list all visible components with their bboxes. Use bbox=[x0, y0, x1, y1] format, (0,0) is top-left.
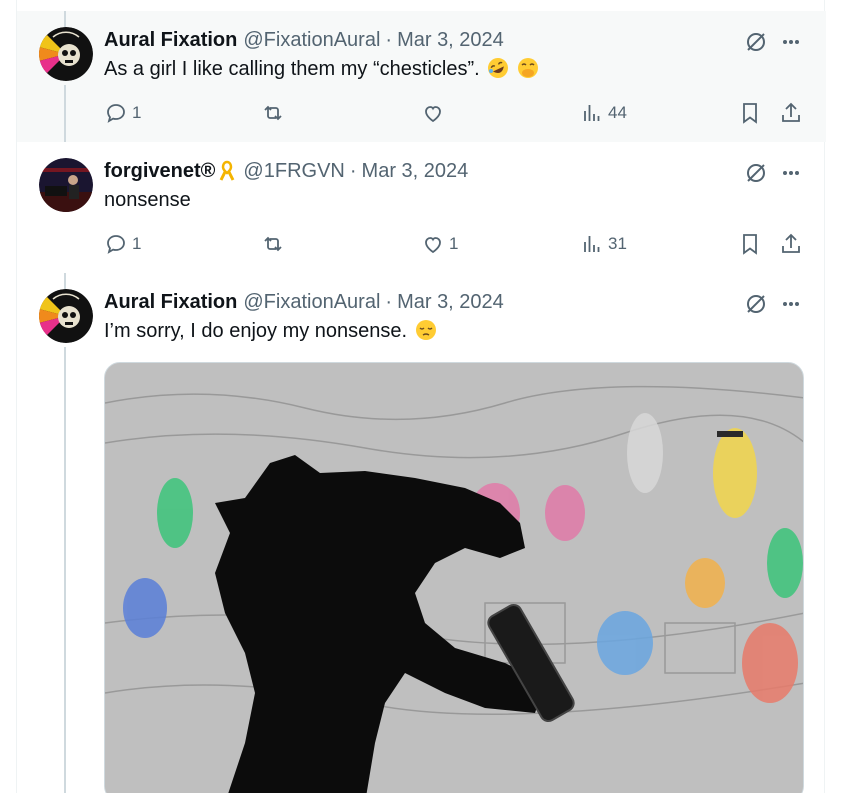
share-button[interactable] bbox=[779, 99, 803, 127]
avatar[interactable] bbox=[39, 289, 93, 343]
reply-icon bbox=[107, 104, 125, 123]
views-button[interactable]: 44 bbox=[580, 99, 627, 127]
forgivenet-avatar-image bbox=[39, 158, 93, 212]
tweet[interactable]: Aural Fixation @FixationAural · Mar 3, 2… bbox=[17, 11, 826, 142]
author-handle[interactable]: @FixationAural bbox=[243, 29, 380, 51]
reply-button[interactable]: 1 bbox=[104, 230, 141, 258]
rolling-on-floor-laughing-emoji bbox=[488, 58, 509, 78]
author-handle[interactable]: @FixationAural bbox=[243, 291, 380, 313]
like-count: 1 bbox=[449, 234, 459, 253]
author-name[interactable]: Aural Fixation bbox=[104, 291, 237, 313]
like-button[interactable] bbox=[421, 99, 449, 127]
author-name[interactable]: Aural Fixation bbox=[104, 29, 237, 51]
tweet-text: I’m sorry, I do enjoy my nonsense. bbox=[104, 319, 437, 343]
tweet-header: Aural Fixation @FixationAural · Mar 3, 2… bbox=[104, 29, 736, 51]
share-button[interactable] bbox=[779, 230, 803, 258]
face-with-hand-over-mouth-emoji bbox=[517, 58, 538, 78]
avatar[interactable] bbox=[39, 27, 93, 81]
author-handle[interactable]: @1FRGVN bbox=[243, 160, 344, 182]
repost-icon bbox=[264, 236, 282, 252]
aural-fixation-avatar-image bbox=[39, 27, 93, 81]
like-button[interactable]: 1 bbox=[421, 230, 458, 258]
bookmark-button[interactable] bbox=[738, 230, 762, 258]
reply-count: 1 bbox=[132, 234, 142, 253]
thread-line bbox=[64, 347, 66, 793]
like-icon bbox=[425, 237, 441, 254]
tweet-actions: 1 1 31 bbox=[104, 230, 804, 258]
tweet-header: forgivenet® @1FRGVN · Mar 3, 2024 bbox=[104, 160, 736, 182]
views-icon bbox=[584, 236, 600, 252]
share-icon bbox=[782, 233, 800, 253]
tweet-actions: 1 44 bbox=[104, 99, 804, 127]
author-name[interactable]: forgivenet® bbox=[104, 160, 215, 182]
repost-button[interactable] bbox=[261, 230, 289, 258]
share-icon bbox=[782, 102, 800, 122]
repost-icon bbox=[264, 105, 282, 121]
grok-icon[interactable] bbox=[742, 290, 770, 318]
bookmark-button[interactable] bbox=[738, 99, 762, 127]
avatar[interactable] bbox=[39, 158, 93, 212]
tweet-date[interactable]: Mar 3, 2024 bbox=[397, 291, 504, 313]
yellow-ribbon-icon bbox=[220, 160, 235, 181]
repost-button[interactable] bbox=[261, 99, 289, 127]
tweet-text: As a girl I like calling them my “chesti… bbox=[104, 57, 539, 81]
tweet-date[interactable]: Mar 3, 2024 bbox=[397, 29, 504, 51]
pensive-face-emoji bbox=[415, 320, 436, 340]
reply-count: 1 bbox=[132, 103, 142, 122]
like-icon bbox=[425, 106, 441, 123]
timeline: Aural Fixation @FixationAural · Mar 3, 2… bbox=[16, 0, 826, 793]
tweet-text: nonsense bbox=[104, 189, 191, 211]
views-count: 31 bbox=[608, 234, 627, 253]
bookmark-icon bbox=[743, 103, 757, 124]
more-icon[interactable] bbox=[777, 290, 805, 318]
thread-line bbox=[64, 11, 66, 28]
thread-line bbox=[64, 273, 66, 290]
tweet-text-content: I’m sorry, I do enjoy my nonsense. bbox=[104, 320, 408, 342]
tweet-text-content: As a girl I like calling them my “chesti… bbox=[104, 58, 480, 80]
horse-drinking-image bbox=[105, 363, 803, 793]
grok-icon[interactable] bbox=[742, 28, 770, 56]
grok-icon[interactable] bbox=[742, 159, 770, 187]
separator: · bbox=[385, 29, 393, 51]
views-button[interactable]: 31 bbox=[580, 230, 627, 258]
separator: · bbox=[385, 291, 393, 313]
tweet-media-gif[interactable] bbox=[104, 362, 804, 793]
views-icon bbox=[584, 105, 600, 121]
aural-fixation-avatar-image bbox=[39, 289, 93, 343]
tweet[interactable]: Aural Fixation @FixationAural · Mar 3, 2… bbox=[17, 273, 826, 793]
more-icon[interactable] bbox=[777, 28, 805, 56]
bookmark-icon bbox=[743, 234, 757, 255]
views-count: 44 bbox=[608, 103, 627, 122]
separator: · bbox=[349, 160, 357, 182]
tweet[interactable]: forgivenet® @1FRGVN · Mar 3, 2024 nonsen… bbox=[17, 142, 826, 273]
thread-line bbox=[64, 85, 66, 142]
tweet-date[interactable]: Mar 3, 2024 bbox=[362, 160, 469, 182]
more-icon[interactable] bbox=[777, 159, 805, 187]
tweet-header: Aural Fixation @FixationAural · Mar 3, 2… bbox=[104, 291, 736, 313]
reply-button[interactable]: 1 bbox=[104, 99, 141, 127]
reply-icon bbox=[107, 235, 125, 254]
